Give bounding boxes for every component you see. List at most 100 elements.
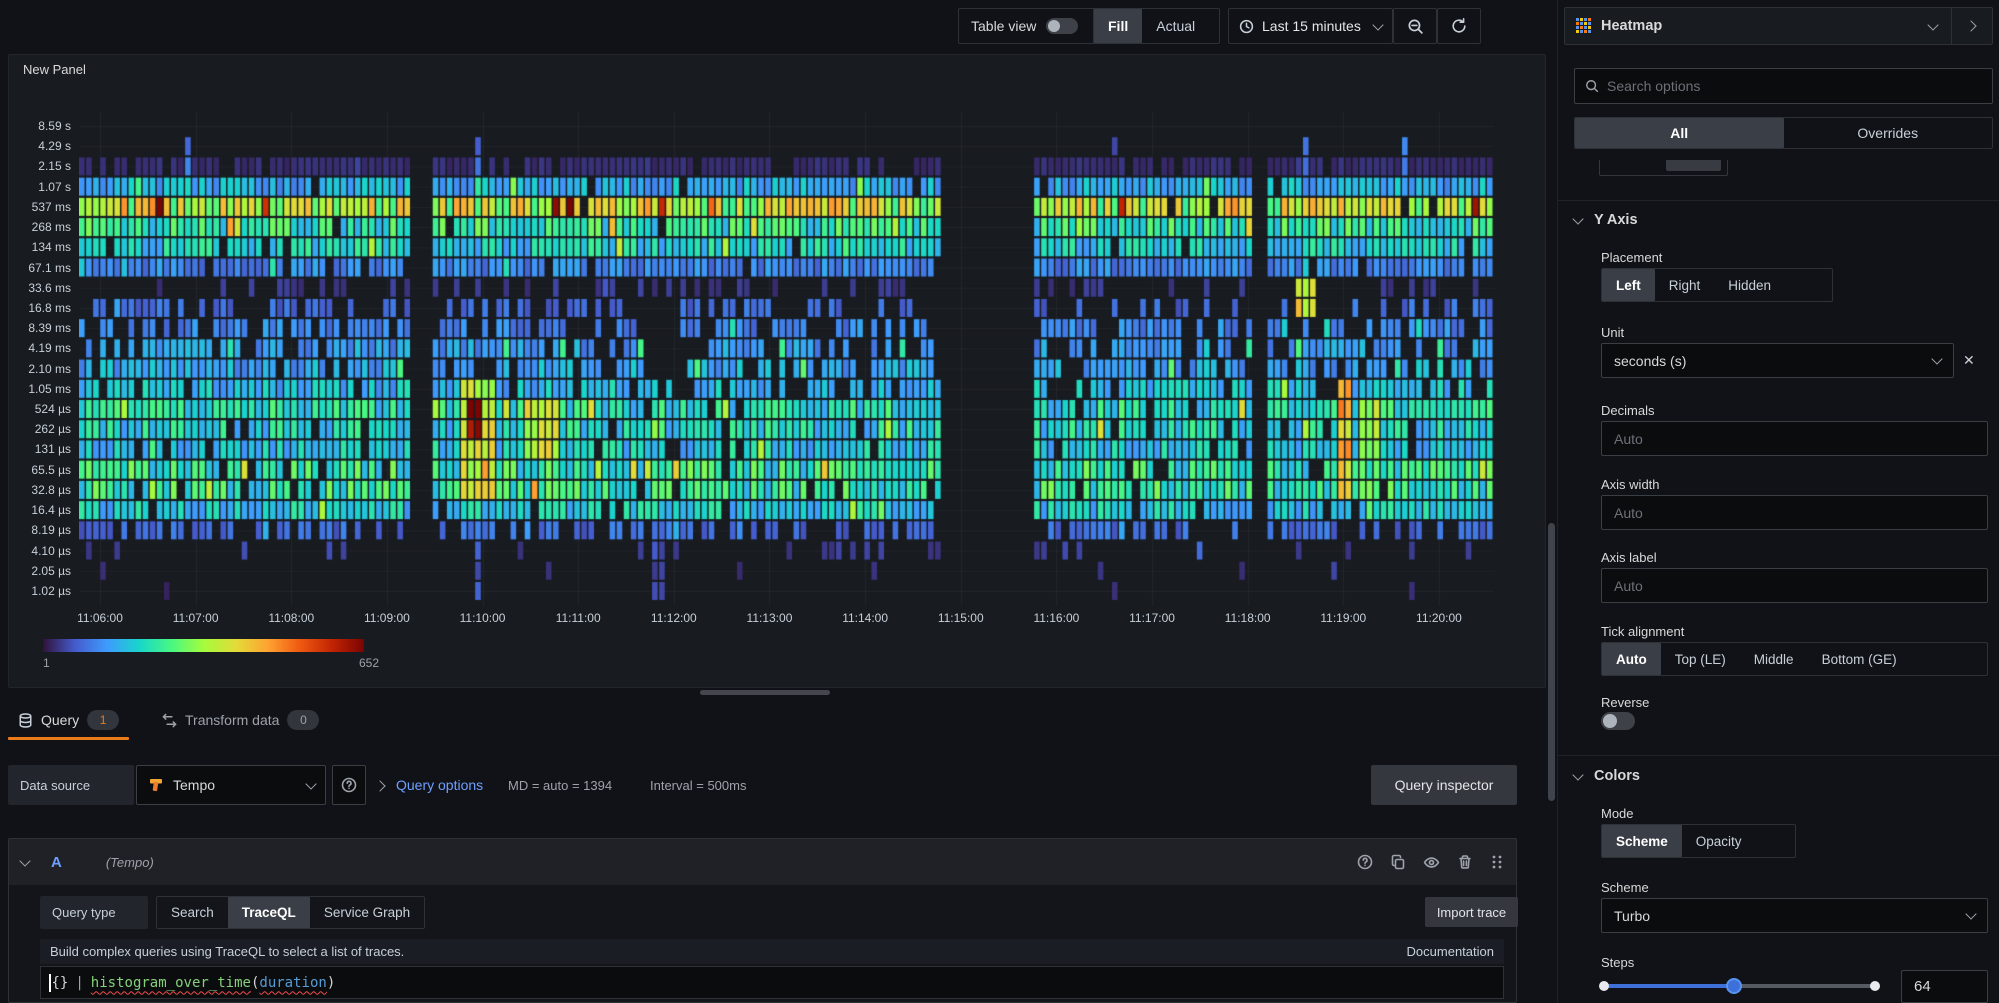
y-axis-tick: 268 ms — [32, 219, 71, 235]
section-y-axis-title: Y Axis — [1594, 212, 1638, 228]
eye-icon — [1423, 854, 1440, 871]
mode-label: Mode — [1601, 806, 1634, 821]
options-search[interactable]: Search options — [1574, 68, 1993, 104]
option-scheme[interactable]: Scheme — [1602, 825, 1682, 857]
section-colors-title: Colors — [1594, 768, 1640, 784]
y-axis-tick: 524 µs — [35, 401, 71, 417]
datasource-select[interactable]: Tempo — [136, 765, 326, 805]
collapse-chevron-icon[interactable] — [19, 855, 30, 866]
datasource-help-button[interactable] — [332, 765, 366, 805]
code-paren-close: ) — [327, 975, 335, 991]
toggle-visibility-button[interactable] — [1423, 854, 1440, 871]
import-trace-button[interactable]: Import trace — [1425, 897, 1518, 927]
x-axis-tick: 11:13:00 — [726, 611, 812, 625]
y-axis-tick: 67.1 ms — [28, 260, 71, 276]
query-row-card: A (Tempo) — [8, 838, 1517, 1003]
option-search[interactable]: Search — [157, 897, 228, 928]
tab-transform-label: Transform data — [185, 712, 279, 728]
text-cursor — [49, 974, 51, 992]
x-axis-tick: 11:14:00 — [822, 611, 908, 625]
option-traceql[interactable]: TraceQL — [228, 897, 310, 928]
section-y-axis[interactable]: Y Axis — [1574, 212, 1638, 228]
scheme-label: Scheme — [1601, 880, 1649, 895]
divider — [1558, 755, 1999, 756]
unit-label: Unit — [1601, 325, 1624, 340]
steps-value-input[interactable]: 64 — [1901, 970, 1988, 1003]
query-options-toggle[interactable]: Query options — [396, 777, 483, 793]
documentation-link[interactable]: Documentation — [1407, 944, 1494, 959]
viz-name: Heatmap — [1601, 18, 1662, 34]
zoom-out-button[interactable] — [1393, 8, 1437, 44]
chevron-down-icon — [1931, 353, 1942, 364]
table-view-toggle[interactable] — [1046, 18, 1078, 34]
slider-min-dot — [1599, 981, 1609, 991]
panel-resize-handle[interactable] — [700, 690, 830, 695]
mode-options: SchemeOpacity — [1601, 824, 1796, 858]
placement-label: Placement — [1601, 250, 1662, 265]
delete-query-button[interactable] — [1457, 854, 1473, 870]
option-bottom-ge[interactable]: Bottom (GE) — [1808, 643, 1911, 675]
query-help-button[interactable] — [1357, 854, 1373, 870]
option-opacity[interactable]: Opacity — [1682, 825, 1756, 857]
option-overrides[interactable]: Overrides — [1784, 118, 1993, 148]
axis-label-placeholder: Auto — [1614, 578, 1643, 594]
option-right[interactable]: Right — [1655, 269, 1715, 301]
tab-query[interactable]: Query 1 — [8, 700, 129, 740]
table-view-control[interactable]: Table view — [958, 8, 1100, 44]
axis-label-input[interactable]: Auto — [1601, 568, 1988, 603]
database-icon — [18, 713, 33, 728]
y-axis-tick: 134 ms — [32, 239, 71, 255]
clear-unit-button[interactable]: ✕ — [1963, 352, 1975, 369]
option-fill[interactable]: Fill — [1094, 9, 1142, 43]
steps-slider-thumb[interactable] — [1726, 978, 1742, 994]
heatmap-canvas[interactable] — [79, 111, 1494, 611]
tick-alignment-label: Tick alignment — [1601, 624, 1684, 639]
decimals-input[interactable]: Auto — [1601, 421, 1988, 456]
drag-handle[interactable] — [1490, 854, 1504, 870]
option-left[interactable]: Left — [1602, 269, 1655, 301]
steps-slider[interactable] — [1603, 984, 1876, 988]
y-axis-tick: 4.19 ms — [28, 340, 71, 356]
option-all[interactable]: All — [1575, 118, 1784, 148]
visualization-picker[interactable]: Heatmap — [1564, 7, 1993, 45]
y-axis-tick: 32.8 µs — [31, 482, 71, 498]
option-service-graph[interactable]: Service Graph — [310, 897, 424, 928]
option-top-le[interactable]: Top (LE) — [1661, 643, 1740, 675]
refresh-button[interactable] — [1437, 8, 1481, 44]
scheme-select[interactable]: Turbo — [1601, 898, 1988, 933]
trash-icon — [1457, 854, 1473, 870]
y-axis-tick: 16.8 ms — [28, 300, 71, 316]
traceql-code-editor[interactable]: {}|histogram_over_time(duration) — [40, 966, 1504, 999]
x-axis-tick: 11:15:00 — [918, 611, 1004, 625]
y-axis-tick: 16.4 µs — [31, 502, 71, 518]
tab-transform-data[interactable]: Transform data 0 — [152, 700, 329, 740]
y-axis-labels: 8.59 s4.29 s2.15 s1.07 s537 ms268 ms134 … — [9, 55, 73, 655]
query-row-header[interactable]: A (Tempo) — [9, 839, 1516, 885]
section-colors[interactable]: Colors — [1574, 768, 1640, 784]
code-braces: {} — [52, 975, 69, 991]
option-auto[interactable]: Auto — [1602, 643, 1661, 675]
axis-width-input[interactable]: Auto — [1601, 495, 1988, 530]
reverse-toggle[interactable] — [1601, 712, 1635, 730]
x-axis-tick: 11:11:00 — [535, 611, 621, 625]
query-inspector-button[interactable]: Query inspector — [1371, 765, 1517, 805]
option-middle[interactable]: Middle — [1740, 643, 1808, 675]
code-function: histogram_over_time — [91, 975, 251, 991]
x-axis-tick: 11:10:00 — [440, 611, 526, 625]
query-options-interval: Interval = 500ms — [650, 778, 746, 793]
duplicate-query-button[interactable] — [1390, 854, 1406, 870]
x-axis-tick: 11:07:00 — [153, 611, 239, 625]
vertical-scrollbar[interactable] — [1548, 523, 1555, 801]
option-actual[interactable]: Actual — [1142, 9, 1209, 43]
collapse-options-button[interactable] — [1952, 22, 1992, 30]
option-hidden[interactable]: Hidden — [1714, 269, 1785, 301]
code-argument: duration — [259, 975, 326, 991]
x-axis-tick: 11:09:00 — [344, 611, 430, 625]
axis-label-label: Axis label — [1601, 550, 1657, 565]
display-mode-options: FillActual — [1094, 9, 1219, 43]
question-circle-icon — [1357, 854, 1373, 870]
y-axis-tick: 8.19 µs — [31, 522, 71, 538]
unit-select[interactable]: seconds (s) — [1601, 343, 1954, 378]
time-range-picker[interactable]: Last 15 minutes — [1228, 8, 1393, 44]
chevron-down-icon — [1965, 908, 1976, 919]
